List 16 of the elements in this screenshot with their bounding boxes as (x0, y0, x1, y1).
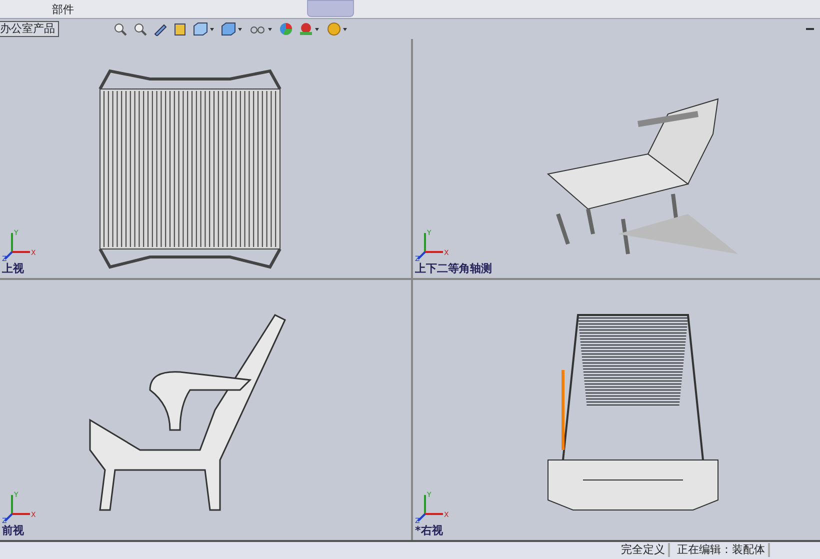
view-label: 前视 (2, 523, 24, 538)
box-icon[interactable] (221, 22, 243, 36)
light-bulb-icon[interactable] (327, 22, 349, 36)
view-label: 上下二等角轴测 (415, 261, 492, 276)
view-label: 上视 (2, 261, 24, 276)
document-tab[interactable]: 办公室产品 (0, 21, 59, 37)
status-text: 完全定义 (618, 543, 670, 557)
status-text: 正在编辑：装配体 (674, 543, 770, 557)
scene-icon[interactable] (299, 22, 321, 36)
pen-icon[interactable] (153, 22, 167, 36)
view-label: *右视 (415, 523, 443, 538)
color-ball-icon[interactable] (279, 22, 293, 36)
zoom-icon[interactable] (113, 22, 127, 36)
toolbar-label[interactable]: 部件 (52, 3, 74, 16)
minimize-icon[interactable] (806, 28, 814, 31)
zoom-icon[interactable] (133, 22, 147, 36)
